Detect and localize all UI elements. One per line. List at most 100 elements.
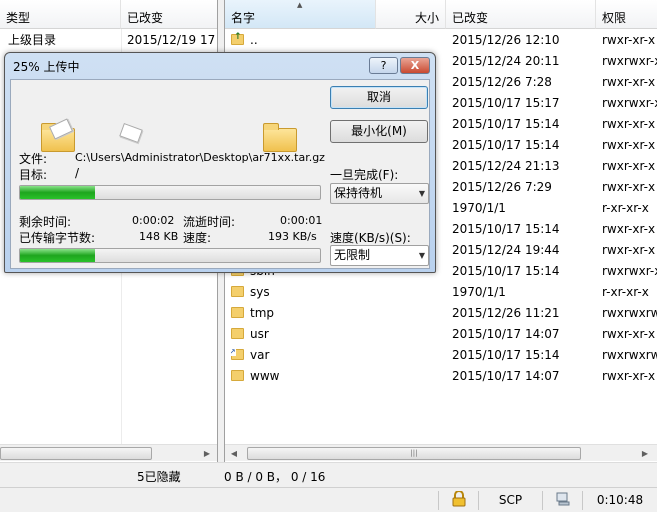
row-changed: 2015/12/26 7:29 (452, 180, 552, 194)
speed-limit-select[interactable]: 无限制 ▼ (330, 245, 429, 266)
session-time: 0:10:48 (582, 491, 657, 510)
file-progress-bar (19, 185, 321, 200)
elapsed-time-label: 流逝时间: (183, 215, 236, 229)
row-changed: 2015/12/26 11:21 (452, 306, 560, 320)
column-header-changed[interactable]: 已改变 (446, 0, 596, 29)
column-header-label: 已改变 (127, 11, 164, 25)
folder-icon (231, 286, 244, 297)
table-row[interactable]: sys 1970/1/1 r-xr-xr-x (225, 282, 657, 303)
file-path: C:\Users\Administrator\Desktop\ar71xx.ta… (75, 151, 325, 164)
row-permissions: rwxr-xr-x (602, 222, 656, 236)
row-permissions: rwxr-xr-x (602, 243, 656, 257)
row-changed: 2015/10/17 15:14 (452, 117, 560, 131)
file-name: usr (250, 327, 269, 341)
row-changed: 2015/10/17 15:14 (452, 222, 560, 236)
column-header-changed[interactable]: 已改变 (121, 0, 217, 29)
remaining-time-label: 剩余时间: (19, 215, 72, 229)
file-name: var (250, 348, 270, 362)
row-changed: 2015/12/26 12:10 (452, 33, 560, 47)
lock-icon[interactable] (438, 490, 478, 510)
row-permissions: rwxr-xr-x (602, 33, 656, 47)
scroll-right-icon[interactable]: ▶ (638, 447, 652, 460)
transfer-summary: 0 B / 0 B， 0 / 16 (224, 470, 326, 484)
file-name: sys (250, 285, 270, 299)
row-permissions: rwxr-xr-x (602, 327, 656, 341)
right-horizontal-scrollbar[interactable]: ◀ ||| ▶ (225, 444, 657, 461)
row-permissions: rwxr-xr-x (602, 75, 656, 89)
column-header-label: 权限 (602, 11, 627, 25)
file-name: tmp (250, 306, 275, 320)
protocol-indicator: SCP (478, 491, 542, 510)
column-header-label: 类型 (6, 11, 31, 25)
row-permissions: rwxr-xr-x (602, 159, 656, 173)
table-row[interactable]: www 2015/10/17 14:07 rwxr-xr-x (225, 366, 657, 387)
row-changed: 2015/10/17 15:14 (452, 348, 560, 362)
scroll-right-icon[interactable]: ▶ (200, 447, 214, 460)
target-path: / (75, 166, 80, 180)
row-permissions: r-xr-xr-x (602, 285, 649, 299)
remaining-time-value: 0:00:02 (132, 214, 175, 227)
chevron-down-icon: ▼ (418, 251, 425, 260)
column-header-label: 大小 (414, 11, 439, 25)
file-progress-fill (20, 186, 95, 199)
row-permissions: rwxrwxr-x (602, 96, 657, 110)
row-type: 上级目录 (8, 33, 57, 47)
speed-limit-label: 速度(KB/s)(S): (330, 231, 411, 245)
row-name: tmp (231, 303, 376, 324)
row-name: .. (231, 30, 376, 51)
row-permissions: r-xr-xr-x (602, 201, 649, 215)
once-done-select[interactable]: 保持待机 ▼ (330, 183, 429, 204)
minimize-button[interactable]: 最小化(M) (330, 120, 428, 143)
row-permissions: rwxrwxrwx (602, 348, 657, 362)
once-done-value: 保持待机 (334, 186, 383, 200)
table-row[interactable]: usr 2015/10/17 14:07 rwxr-xr-x (225, 324, 657, 345)
close-button[interactable]: X (400, 57, 430, 74)
folder-icon (231, 328, 244, 339)
transferred-bytes-value: 148 KB (139, 230, 179, 243)
speed-limit-value: 无限制 (334, 248, 371, 262)
row-permissions: rwxrwxr-x (602, 54, 657, 68)
folder-icon (231, 307, 244, 318)
upload-progress-dialog: 25% 上传中 ? X 取消 最小化(M) 文件: C:\Users\Admin… (4, 52, 436, 273)
row-changed: 1970/1/1 (452, 201, 506, 215)
row-name: var (231, 345, 376, 366)
help-button[interactable]: ? (369, 57, 398, 74)
row-permissions: rwxr-xr-x (602, 138, 656, 152)
elapsed-time-value: 0:00:01 (280, 214, 323, 227)
left-horizontal-scrollbar[interactable]: ▶ (0, 444, 217, 461)
cancel-button[interactable]: 取消 (330, 86, 428, 109)
row-permissions: rwxrwxr-x (602, 264, 657, 278)
once-done-label: 一旦完成(F): (330, 168, 399, 182)
row-changed: 1970/1/1 (452, 285, 506, 299)
row-name: sys (231, 282, 376, 303)
info-bar: 5已隐藏 0 B / 0 B， 0 / 16 (0, 462, 657, 487)
column-header-label: 名字 (231, 11, 256, 25)
hidden-files-count: 5已隐藏 (137, 470, 181, 484)
scrollbar-thumb[interactable] (0, 447, 152, 460)
transferred-bytes-label: 已传输字节数: (19, 231, 96, 245)
column-header-size[interactable]: 大小 (376, 0, 446, 29)
row-name: usr (231, 324, 376, 345)
row-changed: 2015/12/26 7:28 (452, 75, 552, 89)
target-label: 目标: (19, 168, 48, 182)
chevron-down-icon: ▼ (418, 189, 425, 198)
dialog-body: 取消 最小化(M) 文件: C:\Users\Administrator\Des… (10, 79, 430, 269)
scrollbar-thumb[interactable]: ||| (247, 447, 581, 460)
row-changed: 2015/10/17 14:07 (452, 327, 560, 341)
table-row[interactable]: var 2015/10/17 15:14 rwxrwxrwx (225, 345, 657, 366)
speed-value: 193 KB/s (268, 230, 317, 243)
column-header-name[interactable]: ▲ 名字 (225, 0, 376, 29)
row-changed: 2015/12/19 17 (127, 33, 216, 47)
table-row[interactable]: .. 2015/12/26 12:10 rwxr-xr-x (225, 30, 657, 51)
server-icon[interactable] (542, 491, 582, 510)
dialog-title: 25% 上传中 (13, 60, 80, 74)
column-header-type[interactable]: 类型 (0, 0, 121, 29)
speed-label: 速度: (183, 231, 212, 245)
column-header-permissions[interactable]: 权限 (596, 0, 657, 29)
destination-folder-icon (263, 123, 297, 152)
table-row[interactable]: tmp 2015/12/26 11:21 rwxrwxrwt (225, 303, 657, 324)
file-name: www (250, 369, 280, 383)
scroll-left-icon[interactable]: ◀ (227, 447, 241, 460)
table-row[interactable]: 上级目录 2015/12/19 17 (0, 30, 217, 51)
file-name: .. (250, 33, 258, 47)
